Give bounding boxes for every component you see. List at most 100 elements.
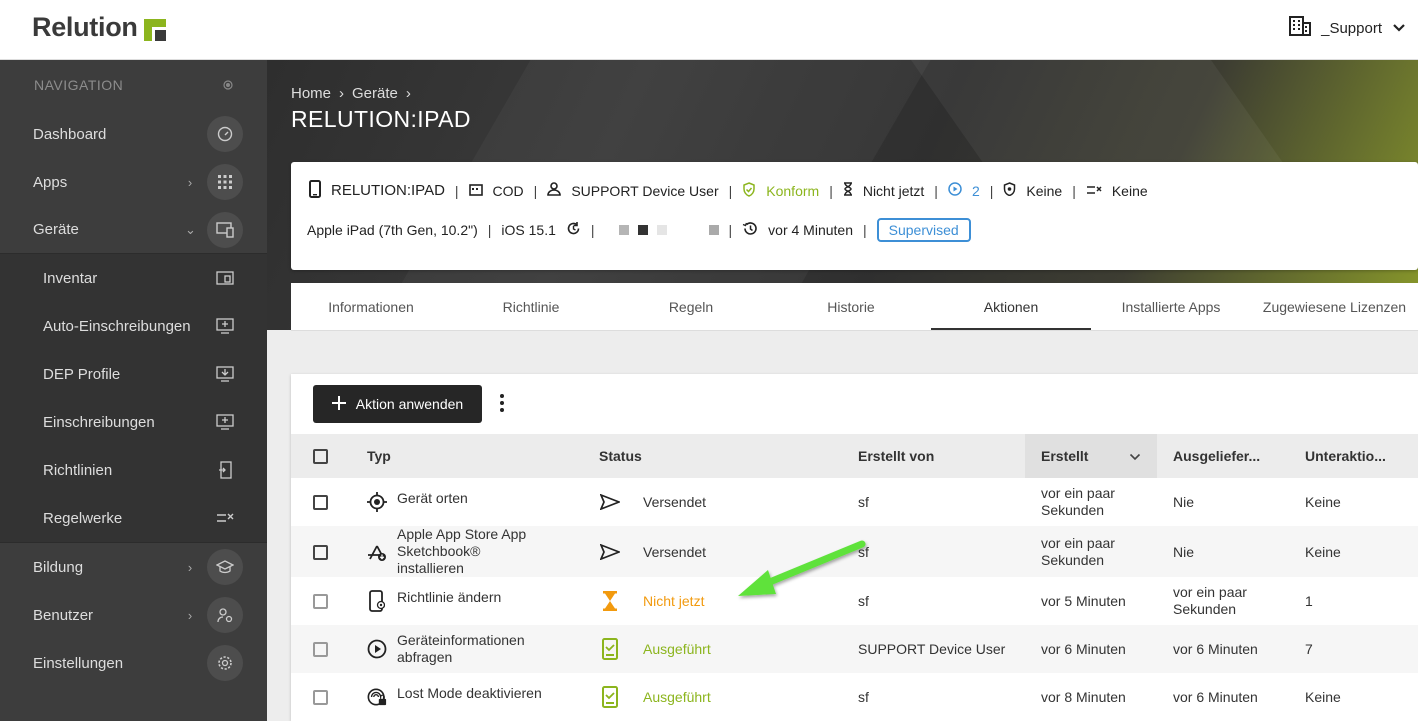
created-time: vor ein paar Sekunden bbox=[1025, 526, 1157, 577]
grid-icon bbox=[207, 164, 243, 200]
sidebar-item-richtlinien[interactable]: Richtlinien bbox=[0, 446, 267, 494]
apply-action-button[interactable]: Aktion anwenden bbox=[313, 385, 482, 423]
table-row[interactable]: Richtlinie ändern Nicht jetzt sf vor 5 M… bbox=[291, 577, 1418, 625]
actions-count[interactable]: 2 bbox=[972, 183, 980, 199]
delivered-time: Nie bbox=[1157, 526, 1289, 577]
sidebar-item-label: Benutzer bbox=[33, 606, 94, 624]
created-time: vor 6 Minuten bbox=[1025, 625, 1157, 673]
gauge-icon bbox=[207, 116, 243, 152]
row-checkbox[interactable] bbox=[313, 495, 328, 511]
devices-icon bbox=[207, 211, 243, 248]
action-status: Versendet bbox=[643, 543, 707, 560]
subactions: Keine bbox=[1305, 689, 1341, 705]
inventory-icon bbox=[207, 260, 243, 296]
action-type: Richtlinie ändern bbox=[397, 588, 502, 605]
dep-profile-icon bbox=[207, 356, 243, 392]
created-by: sf bbox=[858, 689, 869, 705]
column-subactions[interactable]: Unteraktio... bbox=[1289, 434, 1418, 478]
ruleset-icon bbox=[207, 500, 243, 536]
subactions: Keine bbox=[1305, 494, 1341, 510]
subactions: 7 bbox=[1289, 625, 1418, 673]
row-checkbox[interactable] bbox=[313, 690, 328, 706]
send-icon bbox=[599, 494, 621, 510]
action-status: Ausgeführt bbox=[643, 641, 711, 657]
action-type: Lost Mode deaktivieren bbox=[397, 684, 542, 701]
row-checkbox[interactable] bbox=[313, 594, 328, 610]
created-time: vor 8 Minuten bbox=[1041, 689, 1126, 705]
column-typ[interactable]: Typ bbox=[351, 434, 599, 478]
sidebar-item-label: Geräte bbox=[33, 221, 79, 238]
column-status[interactable]: Status bbox=[599, 434, 858, 478]
shield-check-icon bbox=[742, 181, 756, 200]
sidebar-item-auto-einschreibungen[interactable]: Auto-Einschreibungen bbox=[0, 302, 267, 350]
column-created-label: Erstellt bbox=[1041, 448, 1089, 464]
table-row[interactable]: Lost Mode deaktivieren Ausgeführt sf vor… bbox=[291, 673, 1418, 721]
created-by: sf bbox=[858, 593, 869, 609]
color-swatches bbox=[618, 225, 719, 235]
table-row[interactable]: Apple App Store App Sketchbook® installi… bbox=[291, 526, 1418, 577]
column-delivered[interactable]: Ausgeliefer... bbox=[1157, 434, 1289, 478]
sidebar-item-inventar[interactable]: Inventar bbox=[0, 254, 267, 302]
pin-icon[interactable] bbox=[223, 77, 233, 93]
subactions: Keine bbox=[1289, 526, 1418, 577]
tab-installierte-apps[interactable]: Installierte Apps bbox=[1091, 283, 1251, 330]
table-row[interactable]: Gerät orten Versendet sf vor ein paar Se… bbox=[291, 478, 1418, 526]
column-created[interactable]: Erstellt bbox=[1025, 434, 1157, 478]
sidebar-item-dep-profile[interactable]: DEP Profile bbox=[0, 350, 267, 398]
check-document-icon bbox=[599, 638, 621, 660]
breadcrumb-devices[interactable]: Geräte bbox=[352, 85, 398, 102]
sidebar-item-apps[interactable]: Apps › bbox=[0, 158, 267, 206]
table-row[interactable]: Geräteinformationen abfragen Ausgeführt … bbox=[291, 625, 1418, 673]
chevron-right-icon: › bbox=[187, 174, 193, 190]
device-tabs: Informationen Richtlinie Regeln Historie… bbox=[291, 283, 1418, 331]
tab-zugewiesene-lizenzen[interactable]: Zugewiesene Lizenzen bbox=[1251, 283, 1418, 330]
sidebar-item-label: Richtlinien bbox=[43, 461, 113, 479]
select-all-checkbox[interactable] bbox=[313, 449, 328, 465]
tab-informationen[interactable]: Informationen bbox=[291, 283, 451, 330]
tab-regeln[interactable]: Regeln bbox=[611, 283, 771, 330]
sidebar-item-regelwerke[interactable]: Regelwerke bbox=[0, 494, 267, 542]
hourglass-icon bbox=[599, 591, 621, 611]
auto-enroll-icon bbox=[207, 308, 243, 344]
tenant-switcher[interactable]: _Support bbox=[1289, 16, 1406, 40]
phone-icon bbox=[309, 180, 321, 201]
sidebar-item-einschreibungen[interactable]: Einschreibungen bbox=[0, 398, 267, 446]
delivered-time: vor 6 Minuten bbox=[1157, 625, 1289, 673]
delivered-time: Nie bbox=[1173, 494, 1195, 510]
relution-logo[interactable]: Relution bbox=[32, 12, 166, 43]
rules-value: Keine bbox=[1111, 182, 1148, 199]
apply-action-label: Aktion anwenden bbox=[355, 396, 464, 412]
hourglass-icon bbox=[843, 182, 853, 199]
action-type: Gerät orten bbox=[397, 489, 468, 506]
app-store-install-icon bbox=[367, 542, 387, 562]
sidebar-item-benutzer[interactable]: Benutzer › bbox=[0, 591, 267, 639]
row-checkbox[interactable] bbox=[313, 642, 328, 658]
sidebar-item-label: Auto-Einschreibungen bbox=[43, 317, 191, 335]
device-name: RELUTION:IPAD bbox=[331, 182, 445, 199]
tab-richtlinie[interactable]: Richtlinie bbox=[451, 283, 611, 330]
tab-historie[interactable]: Historie bbox=[771, 283, 931, 330]
more-options-icon[interactable] bbox=[497, 394, 507, 414]
breadcrumb-separator-icon: › bbox=[339, 85, 345, 102]
breadcrumb-home[interactable]: Home bbox=[291, 85, 331, 102]
user-icon bbox=[547, 182, 562, 199]
device-user[interactable]: SUPPORT Device User bbox=[571, 183, 718, 199]
building-icon bbox=[1289, 16, 1312, 40]
created-time: vor ein paar Sekunden bbox=[1041, 485, 1115, 518]
tab-aktionen[interactable]: Aktionen bbox=[931, 283, 1091, 330]
column-created-by[interactable]: Erstellt von bbox=[858, 434, 1025, 478]
policy-value: Keine bbox=[1026, 182, 1063, 199]
row-checkbox[interactable] bbox=[313, 544, 328, 560]
sidebar-item-einstellungen[interactable]: Einstellungen bbox=[0, 639, 267, 687]
sidebar-item-geraete[interactable]: Geräte ⌄ bbox=[0, 206, 267, 254]
device-summary-card: RELUTION:IPAD | COD | SUPPORT Device Use… bbox=[291, 162, 1418, 270]
sidebar-item-label: Bildung bbox=[33, 558, 84, 576]
sidebar-item-label: DEP Profile bbox=[43, 365, 121, 383]
sidebar-item-dashboard[interactable]: Dashboard bbox=[0, 110, 267, 158]
plus-icon bbox=[331, 395, 346, 413]
refresh-icon[interactable] bbox=[566, 221, 581, 239]
os-version: iOS 15.1 bbox=[501, 222, 556, 238]
supervised-badge: Supervised bbox=[876, 218, 971, 242]
sidebar-item-label: Dashboard bbox=[33, 125, 107, 143]
sidebar-item-bildung[interactable]: Bildung › bbox=[0, 543, 267, 591]
